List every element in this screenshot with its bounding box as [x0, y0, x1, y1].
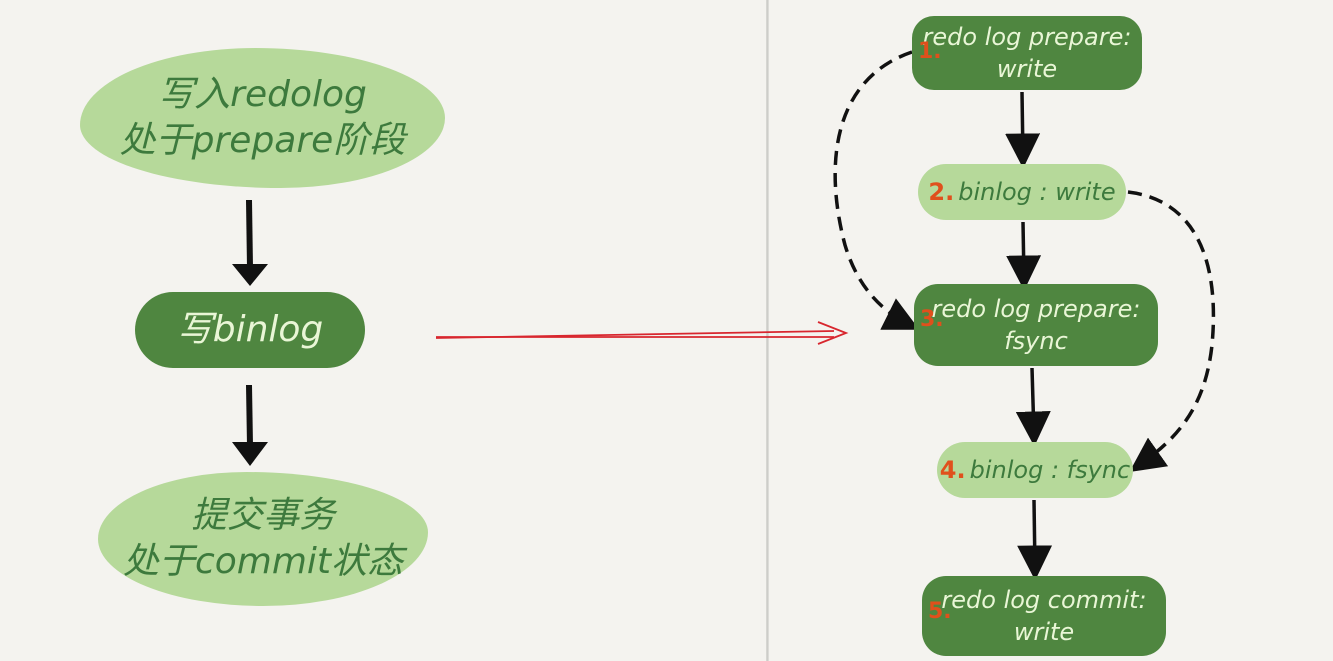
right-arrow-3-4	[1015, 367, 1051, 447]
expand-arrow	[435, 321, 849, 345]
left-node-1-line-2: 处于prepare阶段	[119, 120, 406, 161]
right-node-3-redo-prepare-fsync: 3. redo log prepare: fsync	[914, 284, 1158, 366]
step-number-1: 1.	[918, 39, 942, 64]
left-node-3-line-1: 提交事务	[190, 495, 335, 536]
step-number-2: 2.	[928, 178, 955, 206]
right-node-4-row: 4. binlog : fsync	[940, 454, 1130, 486]
right-arrow-4-5	[1017, 499, 1053, 581]
step-number-3: 3.	[920, 307, 944, 332]
right-node-4-binlog-fsync: 4. binlog : fsync	[937, 442, 1133, 498]
right-node-3-line-2: fsync	[1004, 327, 1068, 355]
right-node-4-line-1: binlog : fsync	[969, 456, 1131, 484]
dashed-arrow-1-3	[833, 50, 920, 330]
right-node-3-line-1: redo log prepare:	[931, 295, 1141, 323]
left-node-write-redolog-prepare: 写入redolog 处于prepare阶段	[80, 48, 445, 188]
right-node-5-redo-commit-write: 5. redo log commit: write	[922, 576, 1166, 656]
right-node-2-row: 2. binlog : write	[928, 176, 1115, 208]
right-arrow-2-3	[1006, 221, 1042, 291]
right-node-1-line-1: redo log prepare:	[922, 23, 1132, 51]
step-number-4: 4.	[939, 456, 966, 484]
step-number-5: 5.	[928, 599, 952, 624]
right-node-1-line-2: write	[996, 55, 1058, 83]
right-node-2-binlog-write: 2. binlog : write	[918, 164, 1126, 220]
left-node-3-line-2: 处于commit状态	[122, 541, 404, 582]
left-arrow-2	[232, 384, 268, 466]
left-node-write-binlog: 写binlog	[135, 292, 365, 368]
left-node-2-line-1: 写binlog	[176, 309, 324, 350]
left-node-1-line-1: 写入redolog	[158, 74, 367, 115]
right-node-2-line-1: binlog : write	[958, 178, 1116, 206]
right-node-1-redo-prepare-write: 1. redo log prepare: write	[912, 16, 1142, 90]
right-arrow-1-2	[1005, 91, 1041, 169]
diagram-canvas: 写入redolog 处于prepare阶段 写binlog 提交事务 处于com…	[0, 0, 1333, 661]
left-arrow-1	[232, 199, 268, 286]
right-node-5-line-2: write	[1013, 618, 1075, 646]
right-node-5-line-1: redo log commit:	[941, 586, 1147, 614]
